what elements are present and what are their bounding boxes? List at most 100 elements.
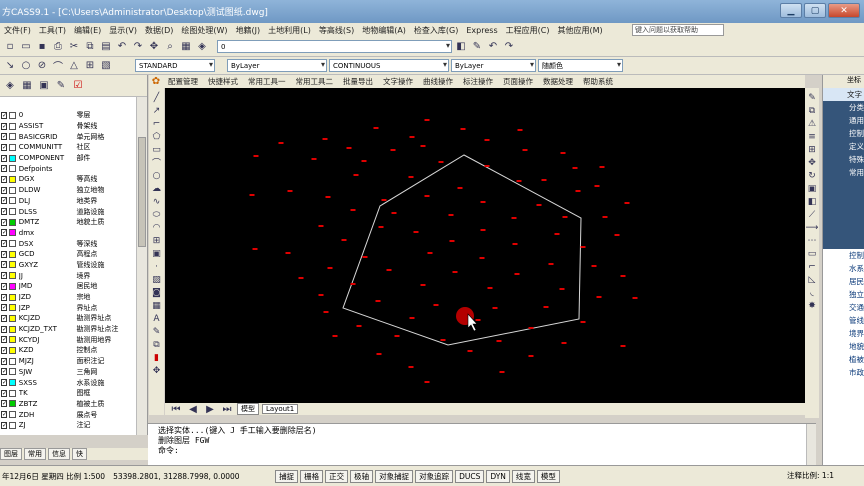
layer-color-swatch[interactable] [9, 175, 16, 183]
symbol-item-boundary[interactable]: 境界 [823, 327, 864, 340]
layer-row[interactable]: ✓ JJ 境界 [0, 270, 136, 281]
layer-row[interactable]: ✓ ZDH 展点号 [0, 409, 136, 420]
layer-row[interactable]: ✓ SXSS 水系设施 [0, 377, 136, 388]
menu-landuse[interactable]: 土地利用(L) [264, 25, 315, 36]
menu-check[interactable]: 检查入库(G) [410, 25, 462, 36]
paste-icon[interactable]: ▤ [99, 40, 113, 54]
move-object-icon[interactable]: ✥ [806, 157, 818, 168]
layer-visibility-checkbox[interactable]: ✓ [1, 272, 7, 280]
menu-drawing[interactable]: 绘图处理(W) [177, 25, 231, 36]
layer-visibility-checkbox[interactable]: ✓ [1, 218, 7, 226]
spline-icon[interactable]: ∿ [151, 196, 163, 207]
layer-visibility-checkbox[interactable]: ✓ [1, 389, 7, 397]
layer-color-swatch[interactable] [9, 293, 16, 301]
survey-point[interactable] [514, 273, 520, 275]
cut-icon[interactable]: ✂ [67, 40, 81, 54]
maximize-button[interactable]: ▢ [804, 3, 826, 18]
survey-point[interactable] [591, 265, 597, 267]
layer-color-swatch[interactable] [9, 133, 16, 141]
symbol-item-water[interactable]: 水系 [823, 262, 864, 275]
lineweight-combo[interactable]: ByLayer [451, 59, 536, 72]
cass-menu-dimension[interactable]: 标注操作 [458, 76, 498, 87]
make-block-icon[interactable]: ▣ [151, 248, 163, 259]
survey-point[interactable] [350, 283, 356, 285]
lineweight-toggle[interactable]: 线宽 [511, 469, 535, 483]
layer-visibility-checkbox[interactable]: ✓ [1, 229, 7, 237]
ortho-toggle[interactable]: 正交 [325, 469, 349, 483]
survey-point[interactable] [575, 190, 581, 192]
new-file-icon[interactable]: ▫ [3, 40, 17, 54]
survey-point[interactable] [341, 239, 347, 241]
menu-contour[interactable]: 等高线(S) [315, 25, 358, 36]
survey-point[interactable] [390, 149, 396, 151]
layer-color-swatch[interactable] [9, 346, 16, 354]
survey-point[interactable] [378, 226, 384, 228]
layer-color-swatch[interactable] [9, 314, 16, 322]
triangle-icon[interactable]: △ [67, 59, 81, 73]
symbol-item-special[interactable]: 特殊 [823, 153, 864, 166]
tab-nav-first-icon[interactable]: ⏮ [169, 402, 183, 416]
layer-color-swatch[interactable] [9, 325, 16, 333]
circle-tool-icon[interactable]: ○ [19, 59, 33, 73]
survey-point[interactable] [620, 275, 626, 277]
survey-point[interactable] [376, 353, 382, 355]
survey-point[interactable] [427, 252, 433, 254]
survey-point[interactable] [620, 345, 626, 347]
layer-color-swatch[interactable] [9, 357, 16, 365]
survey-point[interactable] [394, 335, 400, 337]
line-tool-icon[interactable]: ↘ [3, 59, 17, 73]
layer-visibility-checkbox[interactable]: ✓ [1, 400, 7, 408]
survey-point[interactable] [325, 196, 331, 198]
explode-icon[interactable]: ✸ [806, 300, 818, 311]
layer-row[interactable]: ✓ DLJ 地类界 [0, 196, 136, 207]
layer-color-swatch[interactable] [9, 165, 16, 173]
layer-visibility-checkbox[interactable]: ✓ [1, 314, 7, 322]
survey-point[interactable] [440, 339, 446, 341]
layer-check-icon[interactable]: ☑ [71, 79, 85, 93]
layer-row[interactable]: ✓ SJW 三角网 [0, 367, 136, 378]
layer-row[interactable]: ✓ TK 图框 [0, 388, 136, 399]
extend-icon[interactable]: ⟶ [806, 222, 819, 233]
symbol-item-traffic[interactable]: 交通 [823, 301, 864, 314]
line-icon[interactable]: ╱ [151, 92, 163, 103]
otrack-toggle[interactable]: 对象追踪 [415, 469, 454, 483]
rotate-icon[interactable]: ↻ [806, 170, 818, 181]
survey-point[interactable] [512, 243, 518, 245]
linetype-combo[interactable]: CONTINUOUS [329, 59, 449, 72]
cass-menu-style[interactable]: 快捷样式 [203, 76, 243, 87]
survey-point[interactable] [318, 294, 324, 296]
break-point-icon[interactable]: ⋯ [806, 235, 818, 246]
layer-visibility-checkbox[interactable]: ✓ [1, 336, 7, 344]
layer-row[interactable]: ✓ DMTZ 地貌土质 [0, 217, 136, 228]
trim-icon[interactable]: ⟋ [806, 209, 818, 220]
command-scrollbar[interactable] [806, 424, 816, 466]
survey-point[interactable] [528, 355, 534, 357]
polyline-icon[interactable]: ⌐ [151, 118, 163, 129]
survey-point[interactable] [548, 263, 554, 265]
survey-point[interactable] [528, 327, 534, 329]
survey-point[interactable] [438, 161, 444, 163]
survey-point[interactable] [487, 287, 493, 289]
survey-point[interactable] [249, 194, 255, 196]
arc-icon[interactable]: ⌒ [151, 157, 163, 169]
hatch-tool-icon[interactable]: ▨ [151, 274, 163, 285]
survey-point[interactable] [467, 350, 473, 352]
layer-visibility-checkbox[interactable]: ✓ [1, 197, 7, 205]
layer-visibility-checkbox[interactable]: ✓ [1, 379, 7, 387]
array-icon[interactable]: ⊞ [806, 144, 818, 155]
menu-express[interactable]: Express [462, 26, 501, 35]
zoom-icon[interactable]: ⌕ [163, 40, 177, 54]
cass-menu-config[interactable]: 配置管理 [163, 76, 203, 87]
survey-point[interactable] [484, 139, 490, 141]
ellipse-arc-icon[interactable]: ◠ [151, 222, 163, 233]
layer-row[interactable]: ✓ KCJZD 勘测界址点 [0, 313, 136, 324]
cloud-icon[interactable]: ☁ [151, 183, 163, 194]
survey-point[interactable] [433, 304, 439, 306]
symbol-item-common[interactable]: 常用 [823, 166, 864, 179]
break-icon[interactable]: ▭ [806, 248, 818, 259]
survey-point[interactable] [475, 319, 481, 321]
survey-point[interactable] [346, 147, 352, 149]
survey-point[interactable] [522, 149, 528, 151]
layer-visibility-checkbox[interactable]: ✓ [1, 346, 7, 354]
layer-row[interactable]: ✓ KZD 控制点 [0, 345, 136, 356]
